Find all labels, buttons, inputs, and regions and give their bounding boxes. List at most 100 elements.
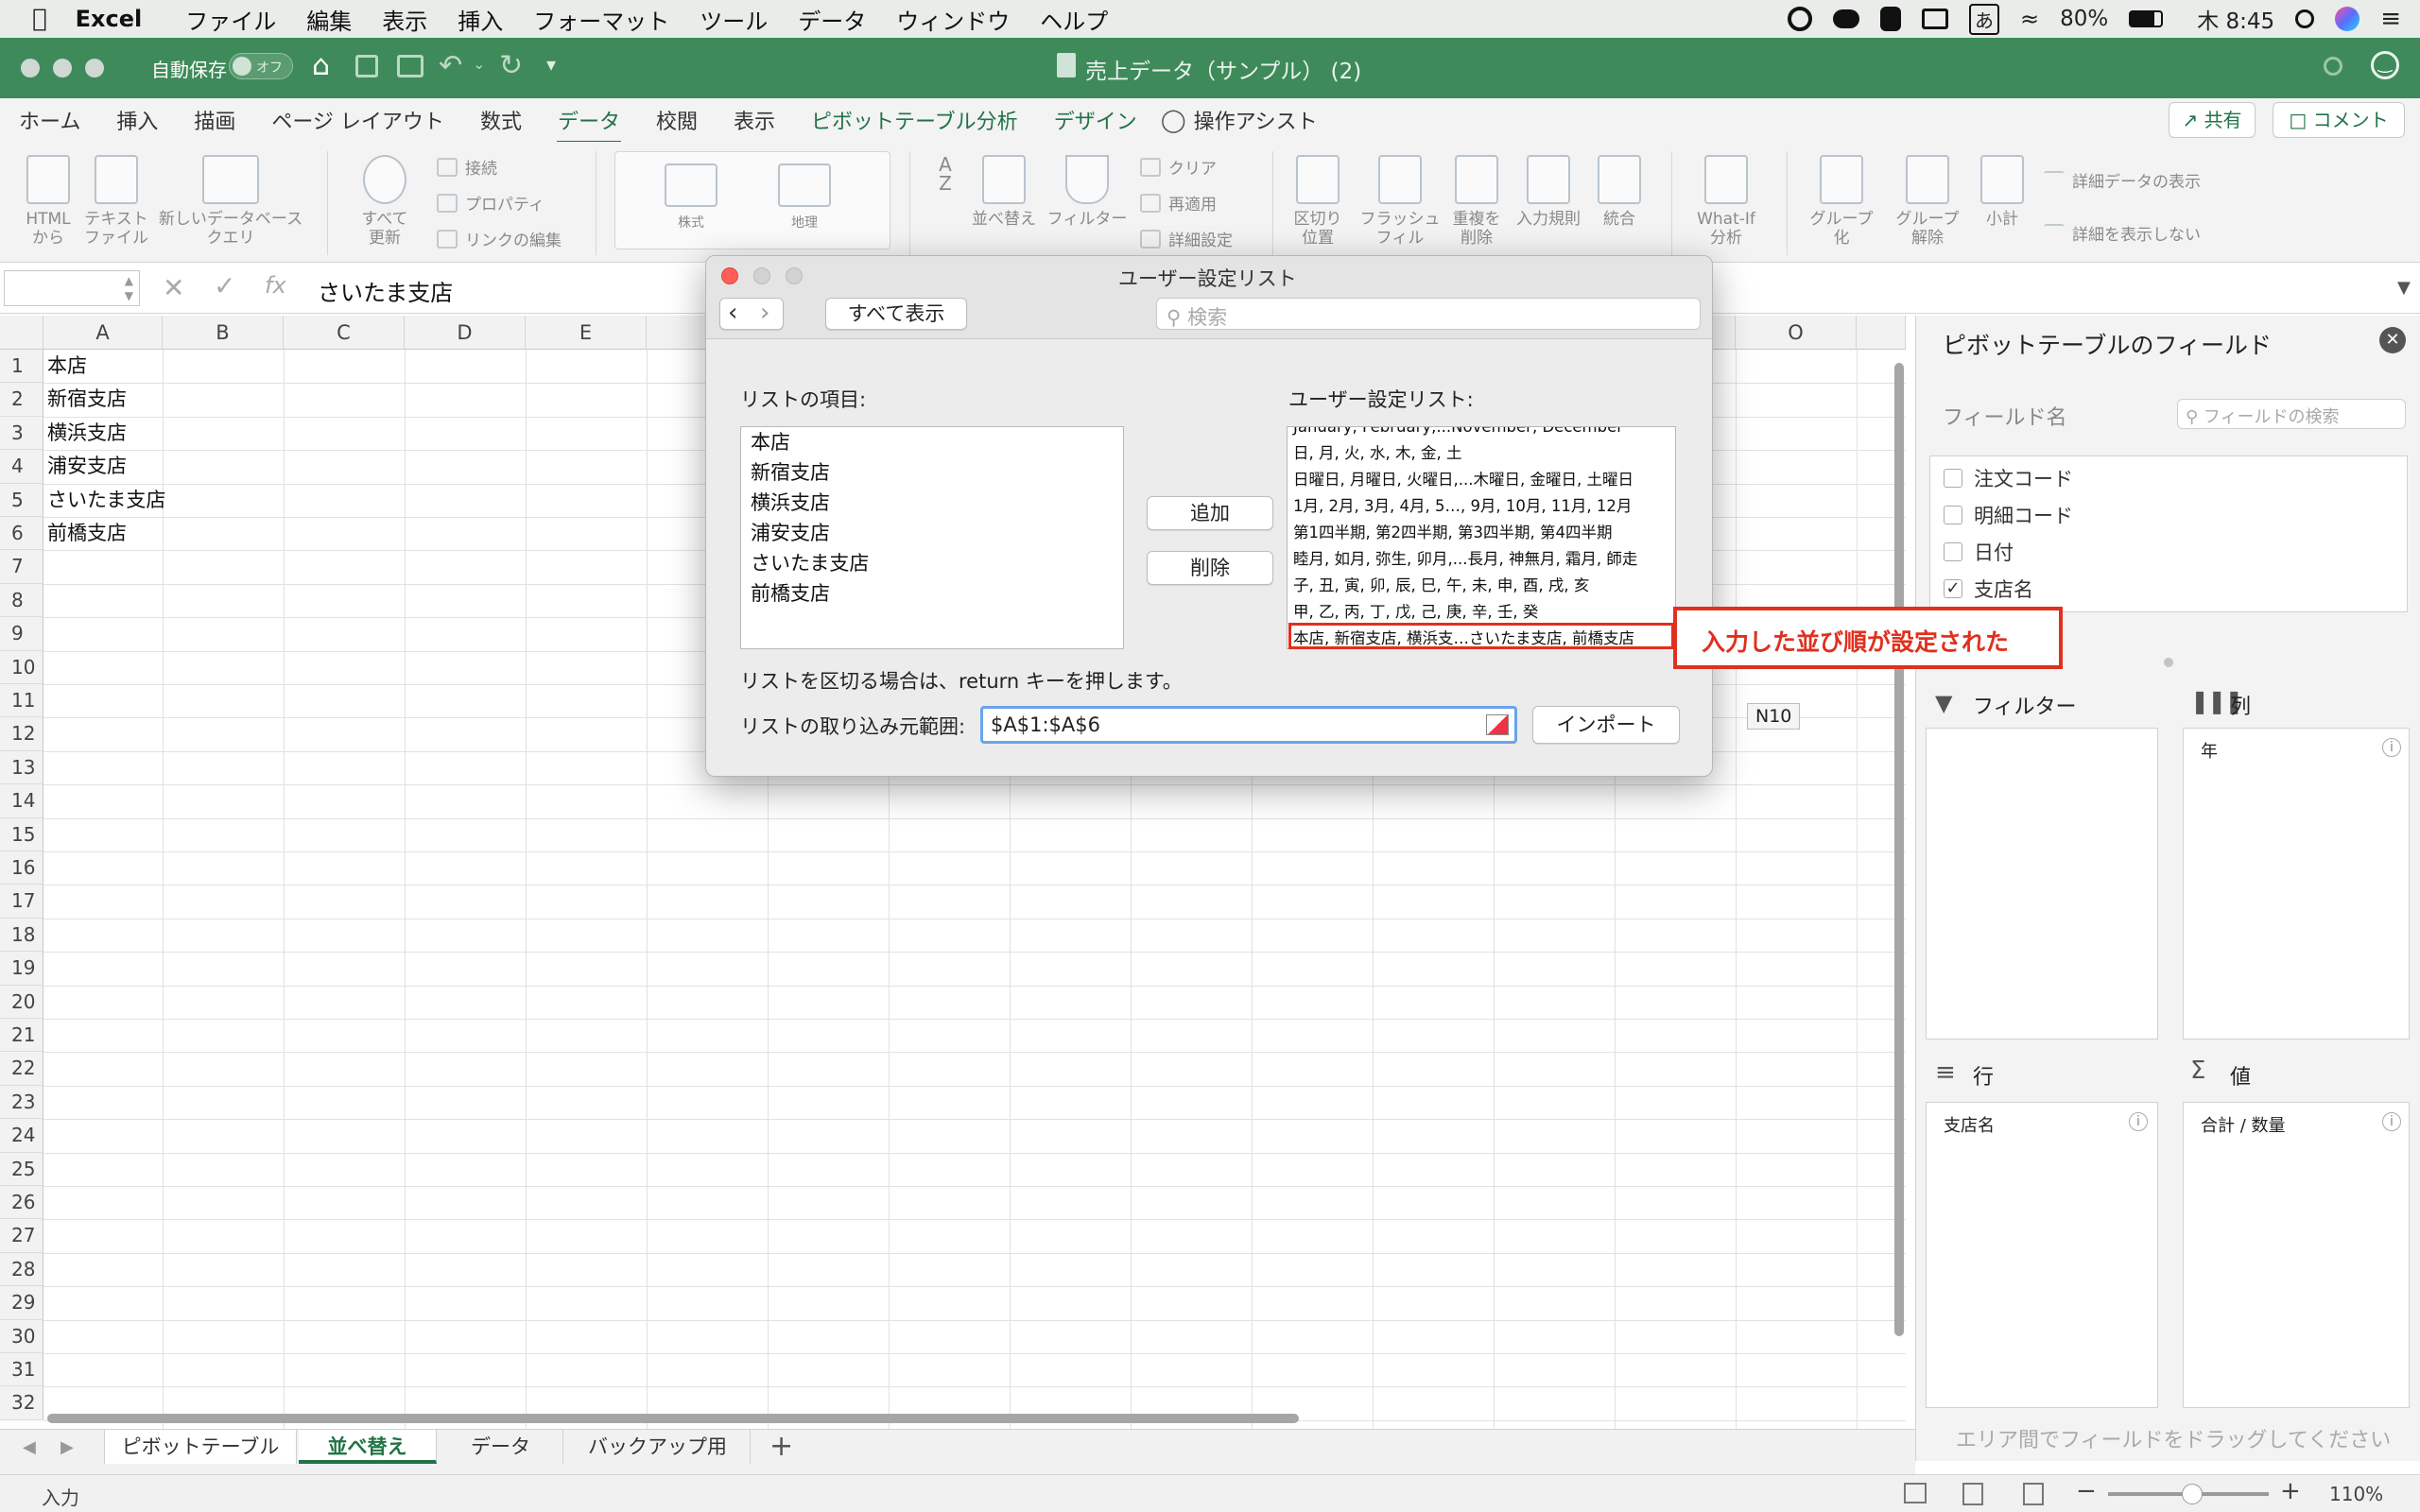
cell-a4[interactable]: 浦安支店 bbox=[47, 450, 127, 483]
row-header-1[interactable]: 1 bbox=[0, 350, 43, 384]
zoom-slider-thumb[interactable] bbox=[2182, 1484, 2203, 1504]
custom-list-item[interactable]: 日, 月, 火, 水, 木, 金, 土 bbox=[1288, 440, 1675, 467]
zoom-slider[interactable] bbox=[2108, 1484, 2269, 1504]
filter-area[interactable] bbox=[1926, 728, 2158, 1040]
tab-home[interactable]: ホーム bbox=[0, 105, 98, 135]
name-box[interactable]: ▲ ▼ bbox=[4, 270, 140, 306]
row-header-5[interactable]: 5 bbox=[0, 483, 43, 517]
horizontal-scrollbar[interactable] bbox=[47, 1414, 1299, 1423]
field-item[interactable]: 明細コード bbox=[1944, 501, 2073, 529]
redo-icon[interactable]: ↻ bbox=[499, 49, 523, 82]
cell-a5[interactable]: さいたま支店 bbox=[47, 484, 165, 517]
row-header-2[interactable]: 2 bbox=[0, 383, 43, 417]
subtotal-button[interactable]: 小計 bbox=[1976, 155, 2029, 229]
import-button[interactable]: インポート bbox=[1532, 706, 1680, 744]
row-header-14[interactable]: 14 bbox=[0, 784, 43, 818]
zoom-out-icon[interactable]: − bbox=[2076, 1477, 2097, 1505]
data-validation-button[interactable]: 入力規則 bbox=[1511, 155, 1586, 229]
row-header-3[interactable]: 3 bbox=[0, 416, 43, 451]
tab-draw[interactable]: 描画 bbox=[176, 105, 253, 135]
select-all-corner[interactable] bbox=[0, 316, 43, 350]
menu-file[interactable]: ファイル bbox=[157, 3, 291, 36]
menu-window[interactable]: ウィンドウ bbox=[881, 3, 1025, 36]
column-header-a[interactable]: A bbox=[43, 316, 163, 350]
row-header-11[interactable]: 11 bbox=[0, 684, 43, 718]
group-button[interactable]: グループ 化 bbox=[1802, 155, 1881, 248]
row-header-19[interactable]: 19 bbox=[0, 952, 43, 986]
field-checkbox[interactable]: ✓ bbox=[1944, 579, 1962, 598]
custom-list-item[interactable]: 1月, 2月, 3月, 4月, 5…, 9月, 10月, 11月, 12月 bbox=[1288, 493, 1675, 520]
row-field-branch[interactable]: 支店名 bbox=[1944, 1112, 1995, 1137]
record-icon[interactable] bbox=[1788, 7, 1812, 31]
row-header-18[interactable]: 18 bbox=[0, 918, 43, 953]
row-header-31[interactable]: 31 bbox=[0, 1353, 43, 1387]
reapply-button[interactable]: 再適用 bbox=[1140, 191, 1217, 215]
custom-list-item[interactable]: 日曜日, 月曜日, 火曜日,...木曜日, 金曜日, 土曜日 bbox=[1288, 467, 1675, 493]
advanced-filter-button[interactable]: 詳細設定 bbox=[1140, 227, 1233, 250]
menu-app-excel[interactable]: Excel bbox=[47, 6, 158, 32]
ime-indicator[interactable]: あ bbox=[1969, 3, 1999, 35]
row-header-27[interactable]: 27 bbox=[0, 1219, 43, 1253]
row-header-8[interactable]: 8 bbox=[0, 583, 43, 618]
close-window-button[interactable] bbox=[21, 59, 40, 77]
sort-az-button[interactable]: AZ bbox=[926, 155, 964, 193]
tab-data[interactable]: データ bbox=[540, 105, 638, 145]
pane-splitter[interactable] bbox=[2164, 658, 2173, 667]
data-types-gallery[interactable]: 株式 地理 bbox=[614, 151, 890, 249]
prev-sheet-icon[interactable]: ◀ bbox=[23, 1437, 36, 1457]
back-button[interactable]: ‹ › bbox=[719, 298, 784, 330]
field-checkbox[interactable] bbox=[1944, 469, 1962, 488]
comment-button[interactable]: □ コメント bbox=[2273, 102, 2405, 138]
tab-formulas[interactable]: 数式 bbox=[462, 105, 540, 135]
dialog-search-input[interactable]: ⚲ 検索 bbox=[1156, 298, 1701, 330]
clear-filter-button[interactable]: クリア bbox=[1140, 155, 1217, 179]
column-header-b[interactable]: B bbox=[163, 316, 284, 350]
custom-list-item[interactable]: 第1四半期, 第2四半期, 第3四半期, 第4四半期 bbox=[1288, 520, 1675, 546]
cancel-formula-icon[interactable]: ✕ bbox=[163, 272, 184, 303]
geography-button[interactable]: 地理 bbox=[767, 163, 842, 232]
stocks-button[interactable]: 株式 bbox=[653, 163, 729, 232]
menu-format[interactable]: フォーマット bbox=[518, 3, 684, 36]
row-header-25[interactable]: 25 bbox=[0, 1152, 43, 1186]
search-icon[interactable] bbox=[2324, 57, 2342, 76]
page-layout-view-icon[interactable] bbox=[1962, 1483, 1983, 1505]
remove-duplicates-button[interactable]: 重複を 削除 bbox=[1444, 155, 1509, 248]
field-settings-info-icon[interactable]: i bbox=[2382, 738, 2401, 757]
show-detail-button[interactable]: 詳細データの表示 bbox=[2044, 168, 2201, 192]
row-header-6[interactable]: 6 bbox=[0, 517, 43, 551]
save-icon[interactable] bbox=[355, 55, 378, 77]
clock[interactable]: 木 8:45 bbox=[2197, 3, 2274, 35]
new-db-query-button[interactable]: 新しいデータベース クエリ bbox=[155, 155, 306, 248]
row-header-30[interactable]: 30 bbox=[0, 1319, 43, 1353]
tab-pivot-analyze[interactable]: ピボットテーブル分析 bbox=[793, 105, 1036, 135]
custom-list-item[interactable]: January, February,...November, December bbox=[1288, 427, 1675, 440]
menu-help[interactable]: ヘルプ bbox=[1025, 3, 1123, 36]
consolidate-button[interactable]: 統合 bbox=[1588, 155, 1651, 229]
row-header-23[interactable]: 23 bbox=[0, 1085, 43, 1120]
zoom-level[interactable]: 110% bbox=[2329, 1483, 2383, 1505]
menu-insert[interactable]: 挿入 bbox=[442, 3, 518, 36]
row-header-26[interactable]: 26 bbox=[0, 1186, 43, 1220]
value-field-sum-qty[interactable]: 合計 / 数量 bbox=[2201, 1112, 2286, 1137]
row-header-13[interactable]: 13 bbox=[0, 750, 43, 785]
tab-view[interactable]: 表示 bbox=[716, 105, 793, 135]
display-icon[interactable] bbox=[1922, 9, 1948, 29]
row-header-10[interactable]: 10 bbox=[0, 650, 43, 684]
column-field-year[interactable]: 年 bbox=[2201, 738, 2218, 763]
wifi-icon[interactable]: ≈ bbox=[2020, 6, 2039, 32]
list-items-textarea[interactable]: 本店 新宿支店 横浜支店 浦安支店 さいたま支店 前橋支店 bbox=[740, 426, 1124, 649]
customize-toolbar-icon[interactable]: ▾ bbox=[546, 53, 556, 76]
share-button[interactable]: ↗ 共有 bbox=[2169, 102, 2256, 138]
tab-page-layout[interactable]: ページ レイアウト bbox=[253, 105, 462, 135]
show-all-button[interactable]: すべて表示 bbox=[825, 298, 967, 330]
zoom-window-button[interactable] bbox=[85, 59, 104, 77]
row-header-29[interactable]: 29 bbox=[0, 1286, 43, 1320]
ungroup-button[interactable]: グループ 解除 bbox=[1885, 155, 1970, 248]
row-header-28[interactable]: 28 bbox=[0, 1252, 43, 1287]
row-header-15[interactable]: 15 bbox=[0, 817, 43, 851]
expand-formula-icon[interactable]: ▼ bbox=[2397, 278, 2411, 298]
close-pane-icon[interactable]: ✕ bbox=[2379, 327, 2406, 353]
dialog-minimize-button[interactable] bbox=[753, 267, 770, 284]
feedback-smiley-icon[interactable]: ‿ bbox=[2371, 51, 2399, 79]
column-header-d[interactable]: D bbox=[405, 316, 526, 350]
